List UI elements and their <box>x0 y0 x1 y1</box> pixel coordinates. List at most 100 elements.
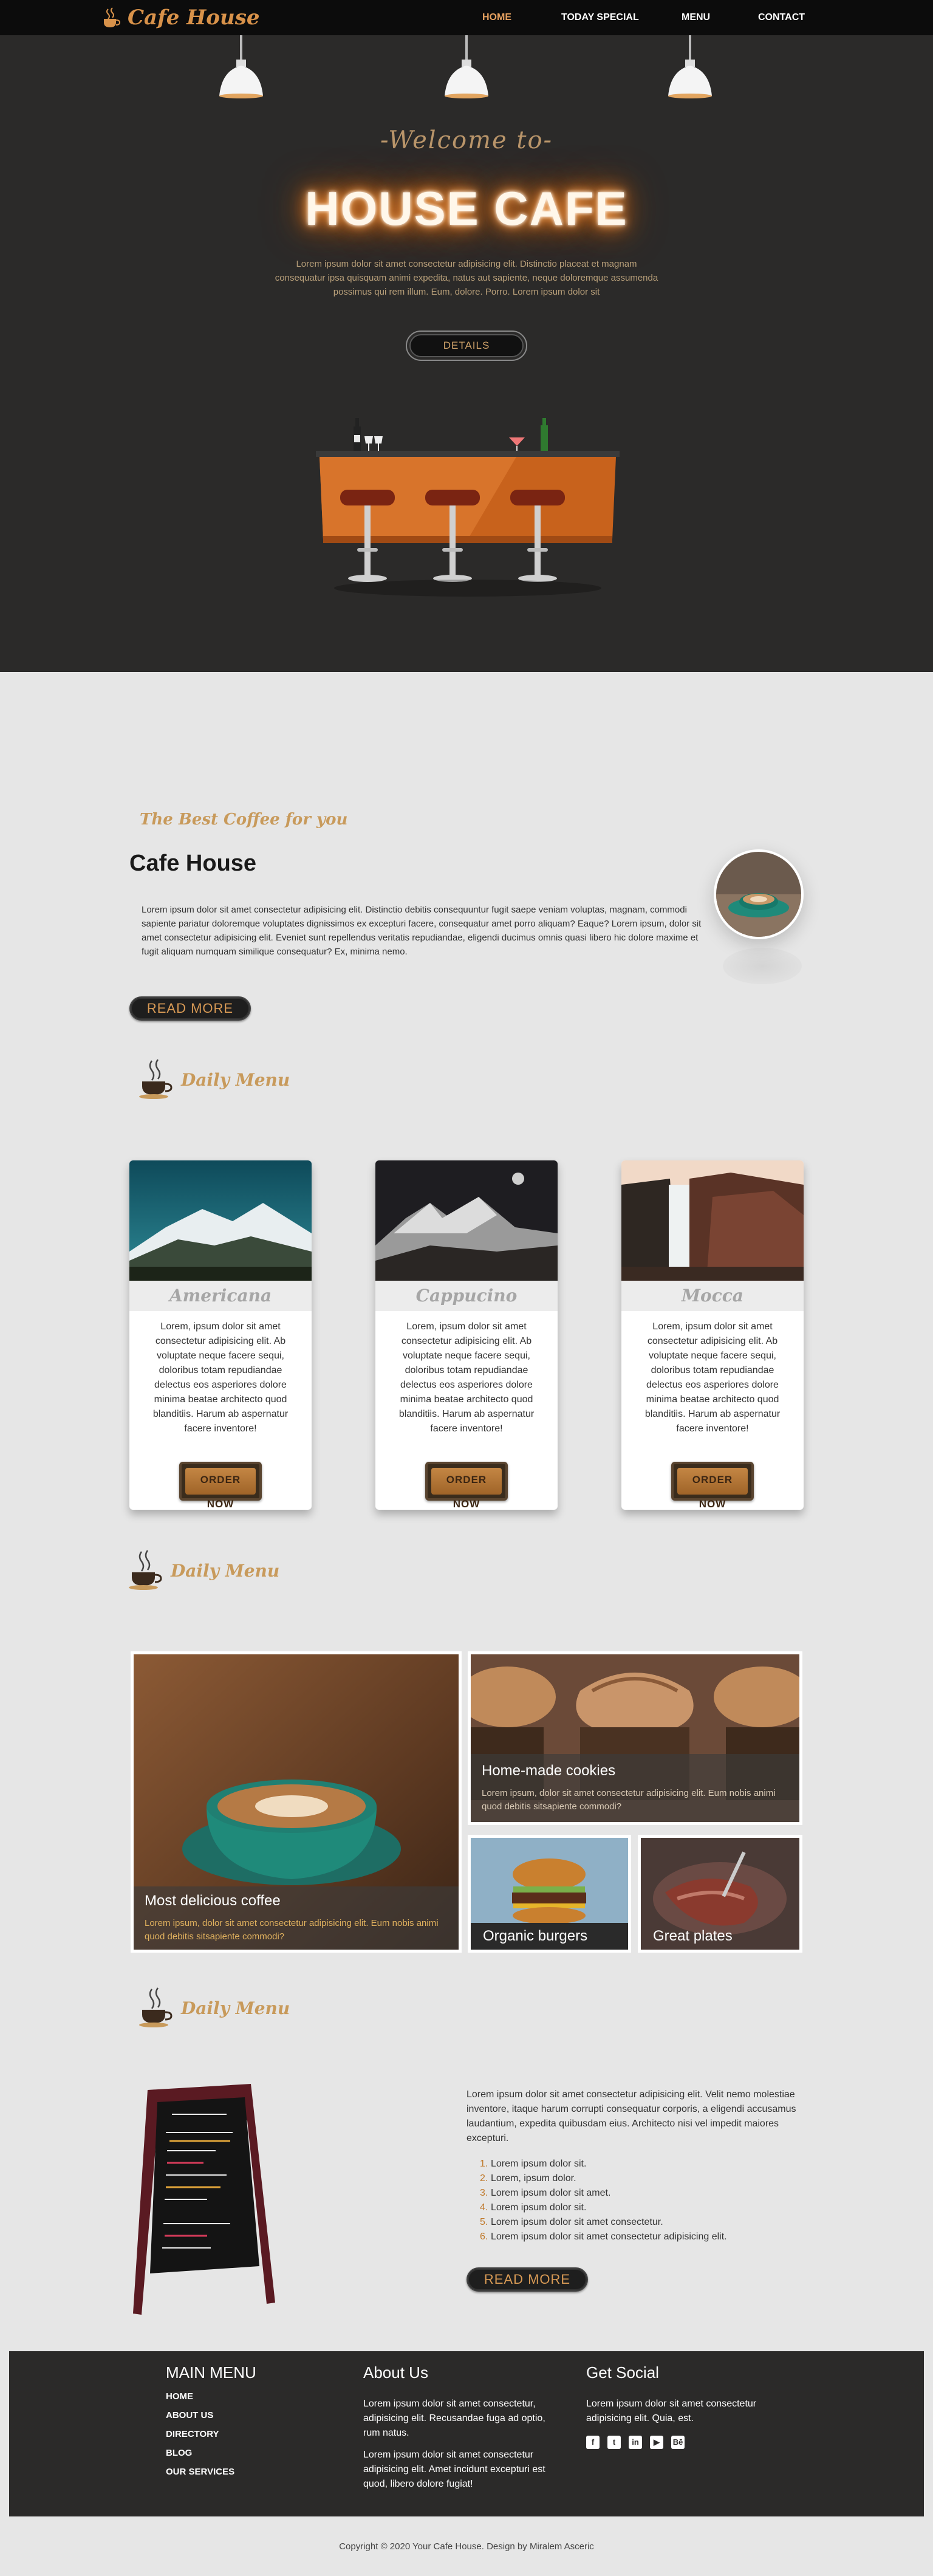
footer-link-home[interactable]: HOME <box>166 2387 256 2406</box>
card-title: Americana <box>129 1281 312 1311</box>
special-heading: Daily Menu <box>138 1987 290 2029</box>
daily-menu-heading: Daily Menu <box>138 1058 290 1101</box>
list-text: Lorem, ipsum dolor. <box>491 2173 576 2184</box>
coffee-cup-icon <box>139 1987 173 2027</box>
list-item: 4. Lorem ipsum dolor sit. <box>466 2201 807 2215</box>
nav-home[interactable]: HOME <box>482 9 511 27</box>
list-item: 2. Lorem, ipsum dolor. <box>466 2171 807 2186</box>
order-now-button[interactable]: ORDER NOW <box>671 1462 754 1510</box>
gallery-title: Daily Menu <box>171 1560 280 1581</box>
details-button[interactable]: DETAILS <box>406 331 527 361</box>
menu-card-cappucino: Cappucino Lorem, ipsum dolor sit amet co… <box>375 1160 558 1510</box>
card-title: Cappucino <box>375 1281 558 1311</box>
special-read-more-button[interactable]: READ MORE <box>466 2267 588 2292</box>
special-title: Daily Menu <box>181 1998 290 2018</box>
mountain-image <box>129 1160 312 1281</box>
twitter-icon[interactable]: t <box>607 2436 621 2449</box>
nav-contact[interactable]: CONTACT <box>758 9 805 27</box>
daily-specials-board-image <box>133 2084 275 2315</box>
about-text: Lorem ipsum dolor sit amet consectetur a… <box>142 905 702 957</box>
daily-menu-title: Daily Menu <box>181 1069 290 1090</box>
about-tagline: The Best Coffee for you <box>140 810 348 829</box>
order-now-label: ORDER NOW <box>185 1468 256 1510</box>
list-text: Lorem ipsum dolor sit amet consectetur a… <box>491 2232 727 2242</box>
pendant-lamp-image <box>668 35 712 98</box>
footer-about-heading: About Us <box>363 2363 428 2382</box>
hero-description: Lorem ipsum dolor sit amet consectetur a… <box>275 259 658 297</box>
facebook-icon[interactable]: f <box>586 2436 600 2449</box>
special-list: 1. Lorem ipsum dolor sit. 2. Lorem, ipsum … <box>466 2157 807 2244</box>
card-description: Lorem, ipsum dolor sit amet consectetur … <box>398 1321 535 1434</box>
card-description: Lorem, ipsum dolor sit amet consectetur … <box>152 1321 289 1434</box>
list-item: 5. Lorem ipsum dolor sit amet consectetur… <box>466 2215 807 2230</box>
gallery-heading: Daily Menu <box>128 1549 279 1592</box>
footer-about: About Us Lorem ipsum dolor sit amet cons… <box>363 2363 558 2492</box>
footer-about-text-2: Lorem ipsum dolor sit amet consectetur a… <box>363 2450 545 2489</box>
nav-links: HOME TODAY SPECIAL MENU CONTACT <box>0 9 933 27</box>
special-description: Lorem ipsum dolor sit amet consectetur a… <box>466 2089 796 2143</box>
footer-main-menu-heading: MAIN MENU <box>166 2363 256 2382</box>
list-text: Lorem ipsum dolor sit. <box>491 2159 587 2169</box>
gallery-caption-text: Lorem ipsum, dolor sit amet consectetur … <box>145 1918 439 1942</box>
list-item: 3. Lorem ipsum dolor sit amet. <box>466 2186 807 2201</box>
gallery-cookies[interactable]: Home-made cookies Lorem ipsum, dolor sit… <box>468 1651 802 1825</box>
footer: MAIN MENU HOME ABOUT US DIRECTORY BLOG O… <box>9 2351 924 2516</box>
gallery-caption: Most delicious coffee Lorem ipsum, dolor… <box>134 1886 459 1950</box>
list-number: 5. <box>480 2217 488 2227</box>
gallery-burgers[interactable]: Organic burgers <box>468 1835 631 1953</box>
gallery-caption-title: Most delicious coffee <box>145 1893 281 1909</box>
read-more-button[interactable]: READ MORE <box>129 996 251 1021</box>
gallery-coffee[interactable]: Most delicious coffee Lorem ipsum, dolor… <box>131 1651 462 1953</box>
footer-link-services[interactable]: OUR SERVICES <box>166 2462 256 2481</box>
list-item: 1. Lorem ipsum dolor sit. <box>466 2157 807 2171</box>
list-item: 6. Lorem ipsum dolor sit amet consectetur… <box>466 2230 807 2244</box>
gallery-plates[interactable]: Great plates <box>638 1835 802 1953</box>
order-now-button[interactable]: ORDER NOW <box>425 1462 508 1510</box>
footer-link-about[interactable]: ABOUT US <box>166 2406 256 2425</box>
nav-today-special[interactable]: TODAY SPECIAL <box>561 9 639 27</box>
order-now-label: ORDER NOW <box>431 1468 502 1510</box>
list-number: 6. <box>480 2232 488 2242</box>
footer-links: HOME ABOUT US DIRECTORY BLOG OUR SERVICE… <box>166 2387 256 2481</box>
about-coffee-image <box>714 849 804 939</box>
card-title: Mocca <box>621 1281 804 1311</box>
gallery-burgers-title: Organic burgers <box>483 1928 588 1944</box>
social-icons: f t in ▶ Bē <box>586 2436 768 2449</box>
list-text: Lorem ipsum dolor sit. <box>491 2202 587 2213</box>
footer-social-heading: Get Social <box>586 2363 659 2382</box>
order-now-label: ORDER NOW <box>677 1468 748 1510</box>
footer-link-directory[interactable]: DIRECTORY <box>166 2425 256 2444</box>
footer-social-text: Lorem ipsum dolor sit amet consectetur a… <box>586 2399 757 2424</box>
nav-menu[interactable]: MENU <box>682 9 710 27</box>
gallery-caption-text: Lorem ipsum, dolor sit amet consectetur … <box>482 1788 776 1812</box>
top-navbar: Cafe House HOME TODAY SPECIAL MENU CONTA… <box>0 0 933 35</box>
pendant-lamp-image <box>445 35 488 98</box>
about-image-shadow <box>723 948 802 984</box>
coffee-cup-icon <box>129 1550 162 1590</box>
hero-title: HOUSE CAFE <box>305 182 628 235</box>
gallery-caption-title: Home-made cookies <box>482 1762 616 1779</box>
behance-icon[interactable]: Bē <box>671 2436 685 2449</box>
copyright: Copyright © 2020 Your Cafe House. Design… <box>339 2541 594 2552</box>
card-description: Lorem, ipsum dolor sit amet consectetur … <box>644 1321 781 1434</box>
linkedin-icon[interactable]: in <box>629 2436 642 2449</box>
night-mountain-image <box>375 1160 558 1281</box>
list-number: 3. <box>480 2188 488 2198</box>
list-number: 4. <box>480 2202 488 2213</box>
pendant-lamp-image <box>219 35 263 98</box>
list-text: Lorem ipsum dolor sit amet. <box>491 2188 611 2198</box>
hero-section: -Welcome to- HOUSE CAFE Lorem ipsum dolo… <box>0 35 933 672</box>
footer-link-blog[interactable]: BLOG <box>166 2444 256 2462</box>
menu-card-mocca: Mocca Lorem, ipsum dolor sit amet consec… <box>621 1160 804 1510</box>
about-title: Cafe House <box>129 851 257 876</box>
waterfall-image <box>621 1160 804 1281</box>
footer-social: Get Social Lorem ipsum dolor sit amet co… <box>586 2363 768 2449</box>
order-now-button[interactable]: ORDER NOW <box>179 1462 262 1510</box>
list-number: 2. <box>480 2173 488 2184</box>
menu-card-americana: Americana Lorem, ipsum dolor sit amet co… <box>129 1160 312 1510</box>
youtube-icon[interactable]: ▶ <box>650 2436 663 2449</box>
footer-about-text-1: Lorem ipsum dolor sit amet consectetur, … <box>363 2399 545 2438</box>
hero-welcome: -Welcome to- <box>380 126 553 154</box>
footer-main-menu: MAIN MENU HOME ABOUT US DIRECTORY BLOG O… <box>166 2363 256 2481</box>
coffee-cup-icon <box>139 1059 173 1099</box>
